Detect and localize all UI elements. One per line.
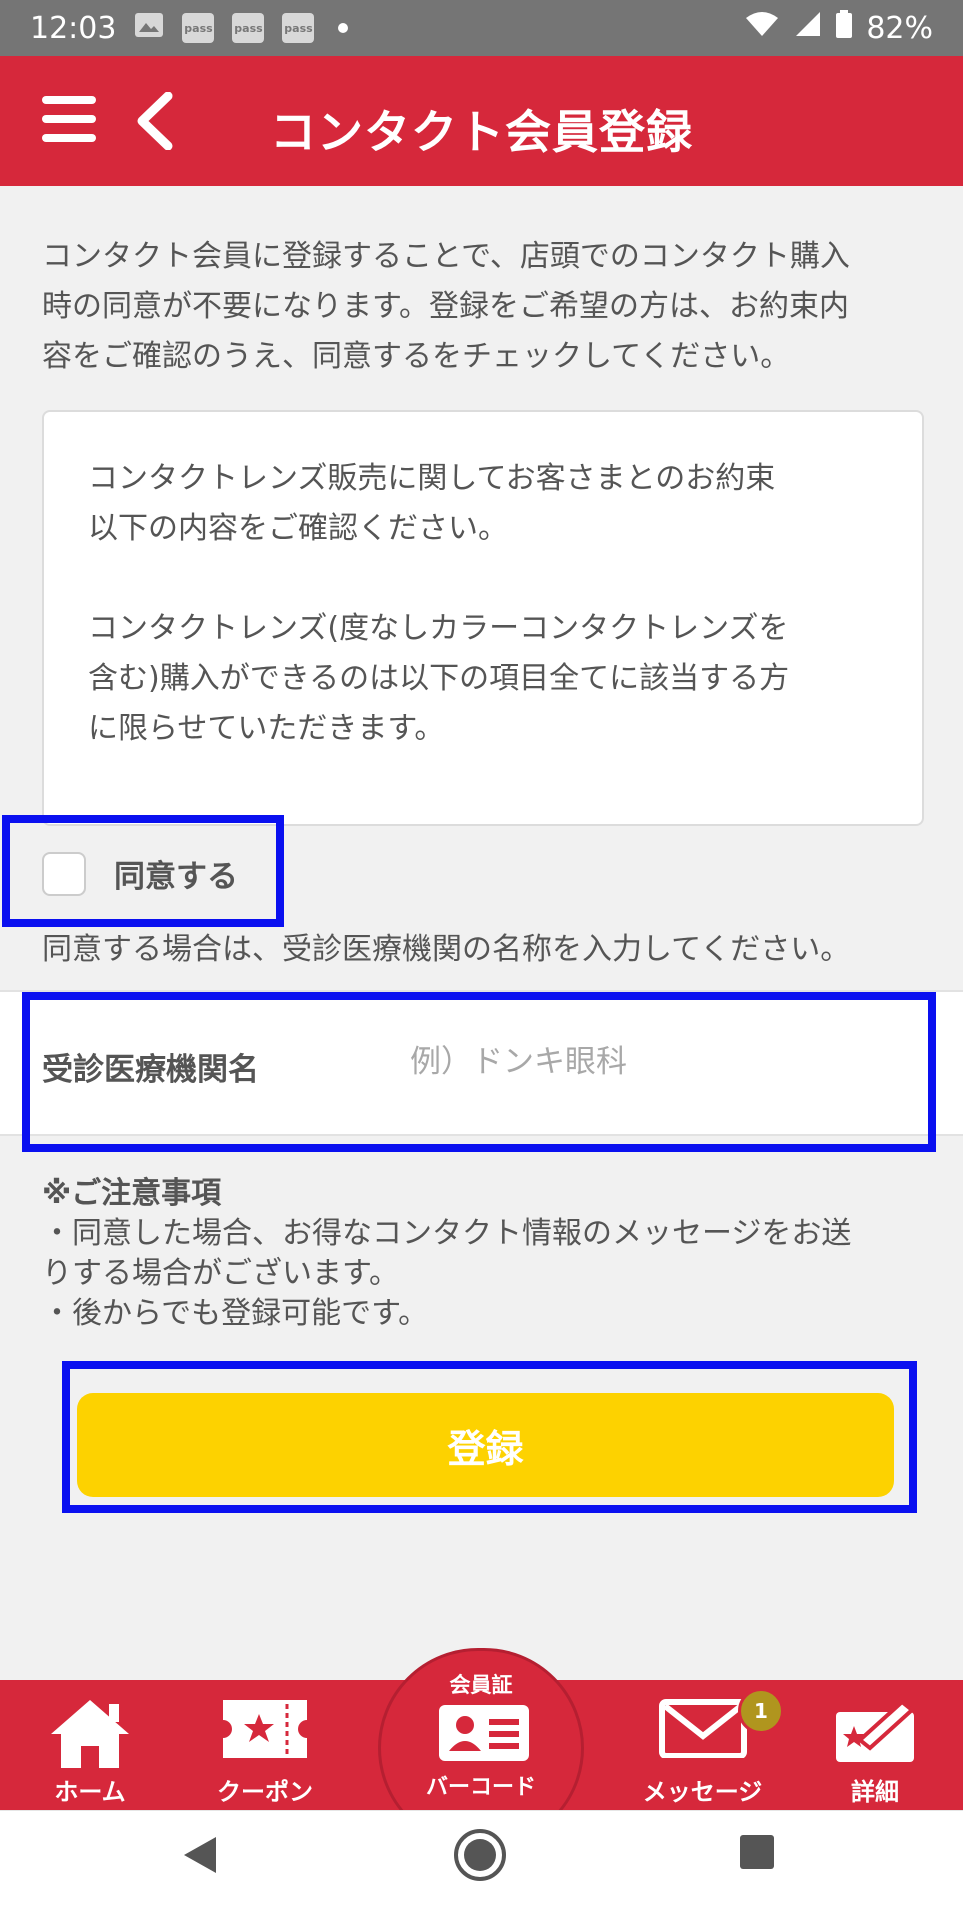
tab-message[interactable]: 1 メッセージ: [620, 1680, 785, 1810]
terms-line: 以下の内容をご確認ください。: [88, 511, 508, 546]
tab-message-label: メッセージ: [642, 1778, 763, 1806]
highlight-box-submit: [62, 1361, 917, 1513]
terms-line: コンタクトレンズ販売に関してお客さまとのお約束: [88, 461, 776, 496]
terms-paragraph: コンタクトレンズ販売に関してお客さまとのお約束 以下の内容をご確認ください。: [88, 454, 878, 554]
tab-coupon-label: クーポン: [217, 1778, 313, 1806]
image-notification-icon: [134, 11, 164, 46]
tab-home[interactable]: ホーム: [20, 1680, 160, 1810]
envelope-icon: [658, 1699, 747, 1758]
back-triangle-icon[interactable]: [180, 1833, 220, 1881]
notice-title: ※ご注意事項: [42, 1176, 222, 1211]
member-card-icon: [439, 1705, 529, 1761]
page-title: コンタクト会員登録: [270, 105, 693, 159]
agree-note: 同意する場合は、受診医療機関の名称を入力してください。: [42, 932, 851, 967]
notice-line: りする場合がございます。: [42, 1256, 399, 1291]
status-bar: 12:03 pass pass pass 82%: [0, 0, 963, 56]
system-nav-bar: [0, 1810, 963, 1920]
terms-line: に限らせていただきます。: [88, 711, 445, 746]
status-time: 12:03: [30, 10, 117, 46]
home-icon: [51, 1700, 129, 1768]
message-badge: 1: [738, 1688, 784, 1734]
home-circle-icon[interactable]: [452, 1827, 508, 1887]
terms-scroll-box[interactable]: コンタクトレンズ販売に関してお客さまとのお約束 以下の内容をご確認ください。 コ…: [42, 410, 924, 826]
terms-line: 含む)購入ができるのは以下の項目全てに該当する方: [88, 661, 790, 696]
tab-coupon[interactable]: クーポン: [190, 1680, 340, 1810]
wifi-icon: [744, 10, 780, 46]
tab-details-label: 詳細: [851, 1778, 899, 1806]
pass-notification-icon: pass: [182, 13, 215, 43]
notice-line: ・後からでも登録可能です。: [42, 1296, 429, 1331]
coupon-ticket-icon: [223, 1700, 307, 1758]
intro-line: 時の同意が不要になります。登録をご希望の方は、お約束内: [42, 289, 849, 324]
more-notifications-dot: [338, 23, 349, 33]
tab-home-label: ホーム: [54, 1778, 126, 1806]
terms-line: コンタクトレンズ(度なしカラーコンタクトレンズを: [88, 611, 789, 646]
highlight-box-agree: [2, 815, 284, 927]
tab-details[interactable]: 詳細: [805, 1680, 945, 1810]
battery-icon: [836, 10, 853, 46]
recents-square-icon[interactable]: [738, 1833, 776, 1875]
intro-line: コンタクト会員に登録することで、店頭でのコンタクト購入: [42, 239, 850, 274]
app-header: コンタクト会員登録: [0, 56, 963, 186]
battery-percent: 82%: [866, 10, 933, 46]
barcode-label: バーコード: [425, 1775, 536, 1800]
signal-icon: [794, 10, 822, 46]
pass-notification-icon: pass: [282, 13, 315, 43]
member-card-label: 会員証: [449, 1673, 513, 1697]
notice-line: ・同意した場合、お得なコンタクト情報のメッセージをお送: [42, 1216, 852, 1251]
details-edit-icon: [836, 1699, 916, 1762]
highlight-box-input: [22, 992, 936, 1152]
intro-text: コンタクト会員に登録することで、店頭でのコンタクト購入 時の同意が不要になります…: [42, 232, 932, 382]
pass-notification-icon: pass: [232, 13, 265, 43]
notice-section: ※ご注意事項 ・同意した場合、お得なコンタクト情報のメッセージをお送 りする場合…: [42, 1174, 942, 1334]
terms-paragraph: コンタクトレンズ(度なしカラーコンタクトレンズを 含む)購入ができるのは以下の項…: [88, 604, 878, 754]
intro-line: 容をご確認のうえ、同意するをチェックしてください。: [42, 339, 791, 374]
